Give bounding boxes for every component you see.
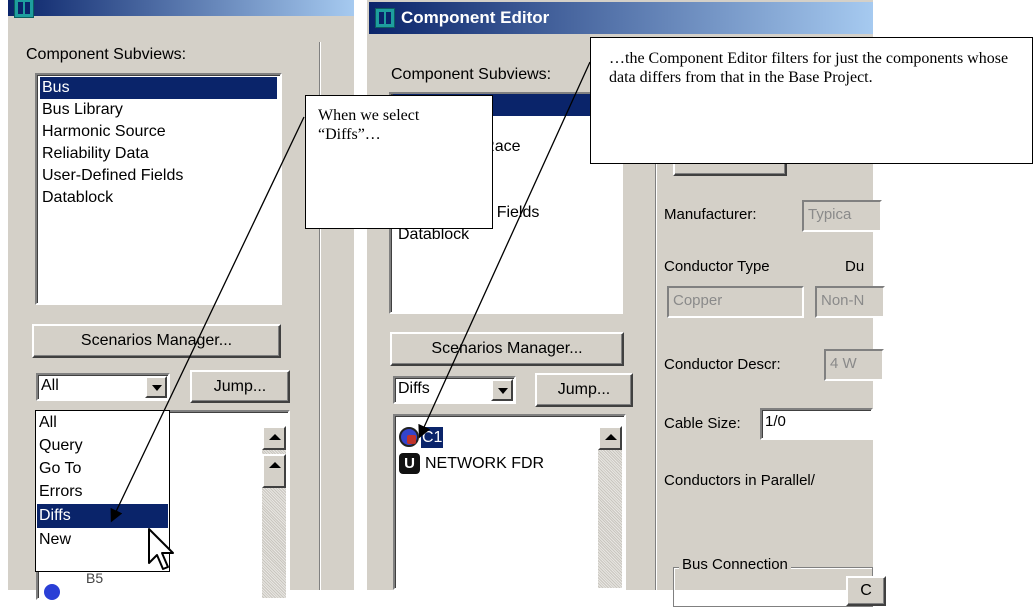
annotation-arrows xyxy=(110,61,591,523)
arrow-to-c1-item xyxy=(418,61,591,439)
arrow-to-diffs-option xyxy=(110,116,305,523)
